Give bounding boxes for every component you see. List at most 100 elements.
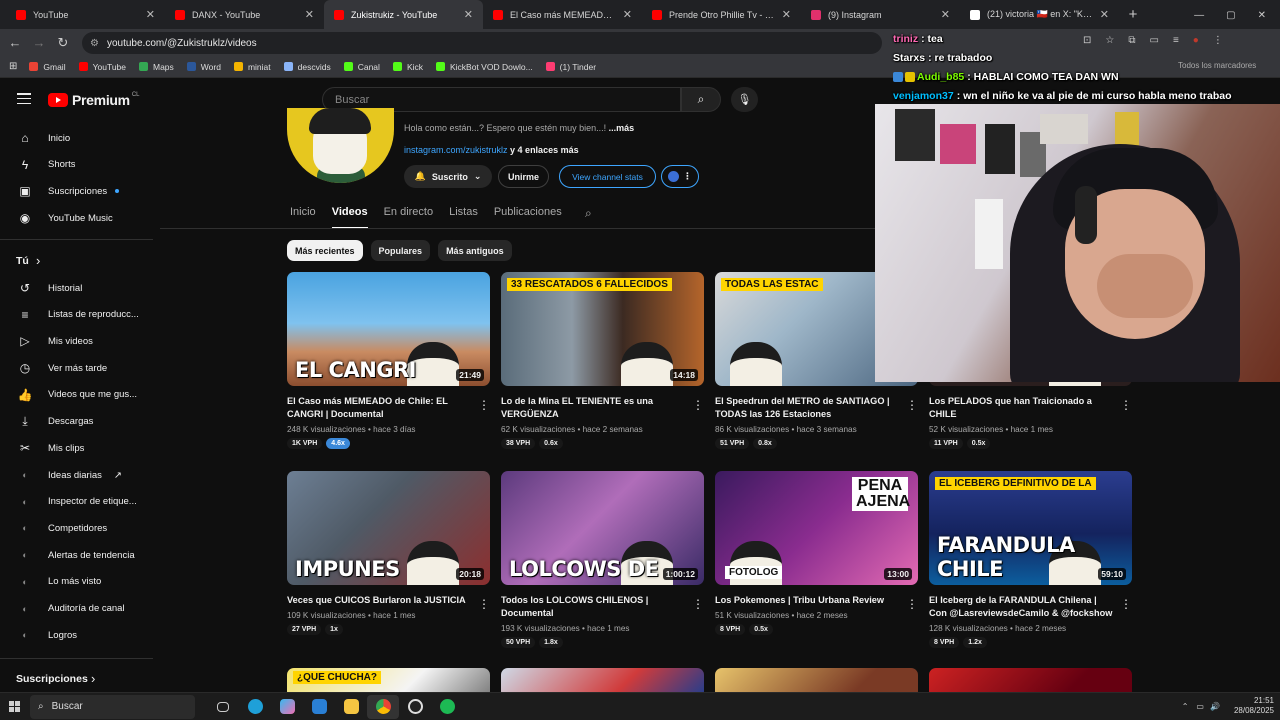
video-thumbnail[interactable]	[501, 668, 704, 692]
sidebar-item[interactable]: ▣ Suscripciones	[0, 178, 153, 204]
sidebar-item[interactable]: ◐ Lo más visto	[0, 569, 153, 595]
video-title[interactable]: Todos los LOLCOWS CHILENOS | Documental	[501, 594, 704, 620]
sidebar-item[interactable]: ▷ Mis videos	[0, 328, 153, 354]
bookmark-item[interactable]: Canal	[343, 62, 380, 72]
sidebar-item[interactable]: ↺ Historial	[0, 275, 153, 301]
video-card[interactable]: LOLCOWS DE 1:00:12 Todos los LOLCOWS CHILE…	[501, 471, 704, 648]
sidebar-section-you[interactable]: Tú	[16, 255, 29, 267]
bookmark-item[interactable]: Word	[186, 62, 221, 72]
video-title[interactable]: Veces que CUICOS Burlaron la JUSTICIA	[287, 594, 490, 607]
spotify-icon[interactable]	[431, 695, 463, 719]
close-tab-icon[interactable]: ✕	[464, 8, 473, 21]
maximize-icon[interactable]: ▢	[1226, 10, 1235, 21]
channel-tab[interactable]: Inicio	[290, 206, 316, 229]
sort-chip[interactable]: Más recientes	[287, 240, 363, 261]
bookmark-item[interactable]: descvids	[283, 62, 331, 72]
video-thumbnail[interactable]: 13:00 PENA AJENA FOTOLOG	[715, 471, 918, 585]
video-title[interactable]: El Caso más MEMEADO de Chile: EL CANGRI …	[287, 395, 490, 421]
volume-icon[interactable]: 🔊	[1210, 702, 1220, 711]
video-title[interactable]: Los Pokemones | Tribu Urbana Review	[715, 594, 918, 607]
reload-button[interactable]: ↻	[51, 31, 75, 55]
video-thumbnail[interactable]: ¿QUE CHUCHA?	[287, 668, 490, 692]
video-card[interactable]: EL CANGRI 21:49 El Caso más MEMEADO de Chi…	[287, 272, 490, 449]
sidebar-section-subscriptions[interactable]: Suscripciones	[16, 673, 88, 685]
video-card[interactable]: 13:00 PENA AJENA FOTOLOG Los Pokemones | Tr…	[715, 471, 918, 635]
start-button[interactable]	[0, 701, 28, 712]
video-thumbnail[interactable]	[715, 668, 918, 692]
video-thumbnail[interactable]	[929, 668, 1132, 692]
clock[interactable]: 21:51 28/08/2025	[1234, 696, 1274, 716]
channel-tab[interactable]: En directo	[384, 206, 434, 229]
video-title[interactable]: El Speedrun del METRO de SANTIAGO | TODA…	[715, 395, 918, 421]
channel-tab[interactable]: Videos	[331, 206, 368, 229]
subscribed-button[interactable]: 🔔 Suscrito ⌄	[404, 165, 492, 188]
apps-grid-icon[interactable]: ⊞	[9, 61, 17, 72]
video-thumbnail[interactable]: 33 RESCATADOS 6 FALLECIDOS 14:18	[501, 272, 704, 386]
close-tab-icon[interactable]: ✕	[146, 8, 155, 21]
channel-search-icon[interactable]: ⌕	[585, 206, 592, 221]
forward-button[interactable]: →	[27, 31, 51, 55]
video-menu-icon[interactable]: ⋮	[692, 398, 704, 412]
tray-chevron-icon[interactable]: ⌃	[1182, 702, 1189, 711]
sort-chip[interactable]: Más antiguos	[438, 240, 512, 261]
browser-tab[interactable]: (21) victoria 🇨🇱 en X: "KDJDKD ✕	[960, 0, 1119, 29]
sidebar-item[interactable]: ◐ Inspector de etique...	[0, 489, 153, 515]
new-tab-button[interactable]: +	[1119, 0, 1147, 29]
task-view-icon[interactable]	[207, 695, 239, 719]
sidebar-item[interactable]: ◐ Logros	[0, 622, 153, 648]
network-icon[interactable]: ▭	[1196, 702, 1204, 711]
close-tab-icon[interactable]: ✕	[782, 8, 791, 21]
sidebar-item[interactable]: ◷ Ver más tarde	[0, 355, 153, 381]
sidebar-item[interactable]: ◐ Ideas diarias ↗	[0, 462, 153, 488]
bookmark-item[interactable]: (1) Tinder	[545, 62, 596, 72]
video-title[interactable]: El Iceberg de la FARANDULA Chilena | Con…	[929, 594, 1132, 620]
address-bar[interactable]: ⚙ youtube.com/@Zukistruklz/videos	[82, 32, 882, 54]
video-card[interactable]: IMPUNES 20:18 Veces que CUICOS Burlaron la…	[287, 471, 490, 635]
video-menu-icon[interactable]: ⋮	[478, 398, 490, 412]
browser-tab[interactable]: (9) Instagram ✕	[801, 0, 960, 29]
back-button[interactable]: ←	[3, 31, 27, 55]
bookmark-item[interactable]: Maps	[139, 62, 174, 72]
browser-tab[interactable]: Zukistrukiz - YouTube ✕	[324, 0, 483, 29]
obs-icon[interactable]	[399, 695, 431, 719]
video-thumbnail[interactable]: LOLCOWS DE 1:00:12	[501, 471, 704, 585]
video-menu-icon[interactable]: ⋮	[906, 398, 918, 412]
site-info-icon[interactable]: ⚙	[90, 38, 99, 49]
browser-tab[interactable]: El Caso más MEMEADO de Chi ✕	[483, 0, 642, 29]
sidebar-item[interactable]: ≡ Listas de reproducc...	[0, 302, 153, 328]
close-tab-icon[interactable]: ✕	[623, 8, 632, 21]
taskbar-search[interactable]: ⌕ Buscar	[30, 694, 195, 719]
video-menu-icon[interactable]: ⋮	[478, 597, 490, 611]
extension-button[interactable]: ⋮	[661, 165, 699, 188]
voice-search-button[interactable]: 🎙	[731, 87, 758, 112]
bookmark-item[interactable]: Kick	[392, 62, 423, 72]
sidebar-item[interactable]: ϟ Shorts	[0, 152, 153, 178]
chrome-icon[interactable]	[367, 694, 399, 719]
channel-avatar[interactable]	[287, 108, 394, 183]
edge-icon[interactable]	[239, 695, 271, 719]
minimize-icon[interactable]: —	[1194, 10, 1204, 21]
close-tab-icon[interactable]: ✕	[305, 8, 314, 21]
copilot-icon[interactable]	[271, 695, 303, 719]
bookmark-item[interactable]: miniat	[233, 62, 271, 72]
bookmark-item[interactable]: KickBot VOD Dowlo...	[436, 62, 533, 72]
sidebar-item[interactable]: ◐ Competidores	[0, 515, 153, 541]
close-tab-icon[interactable]: ✕	[941, 8, 950, 21]
video-menu-icon[interactable]: ⋮	[1120, 597, 1132, 611]
video-card[interactable]: 33 RESCATADOS 6 FALLECIDOS 14:18 Lo de la …	[501, 272, 704, 449]
browser-tab[interactable]: Prende Otro Phillie Tv - YouTube ✕	[642, 0, 801, 29]
channel-description[interactable]: Hola como están...? Espero que estén muy…	[404, 123, 634, 133]
sort-chip[interactable]: Populares	[370, 240, 431, 261]
video-menu-icon[interactable]: ⋮	[692, 597, 704, 611]
video-thumbnail[interactable]: EL CANGRI 21:49	[287, 272, 490, 386]
video-title[interactable]: Los PELADOS que han Traicionado a CHILE	[929, 395, 1132, 421]
close-tab-icon[interactable]: ✕	[1100, 8, 1109, 21]
browser-tab[interactable]: DANX - YouTube ✕	[165, 0, 324, 29]
video-menu-icon[interactable]: ⋮	[1120, 398, 1132, 412]
sidebar-item[interactable]: ◐ Alertas de tendencia	[0, 542, 153, 568]
sidebar-item[interactable]: ⌂ Inicio	[0, 125, 153, 151]
sidebar-item[interactable]: 👍 Videos que me gus...	[0, 382, 153, 408]
sidebar-item[interactable]: ◉ YouTube Music	[0, 205, 153, 231]
channel-link[interactable]: instagram.com/zukistruklz y 4 enlaces má…	[404, 145, 579, 155]
video-menu-icon[interactable]: ⋮	[906, 597, 918, 611]
